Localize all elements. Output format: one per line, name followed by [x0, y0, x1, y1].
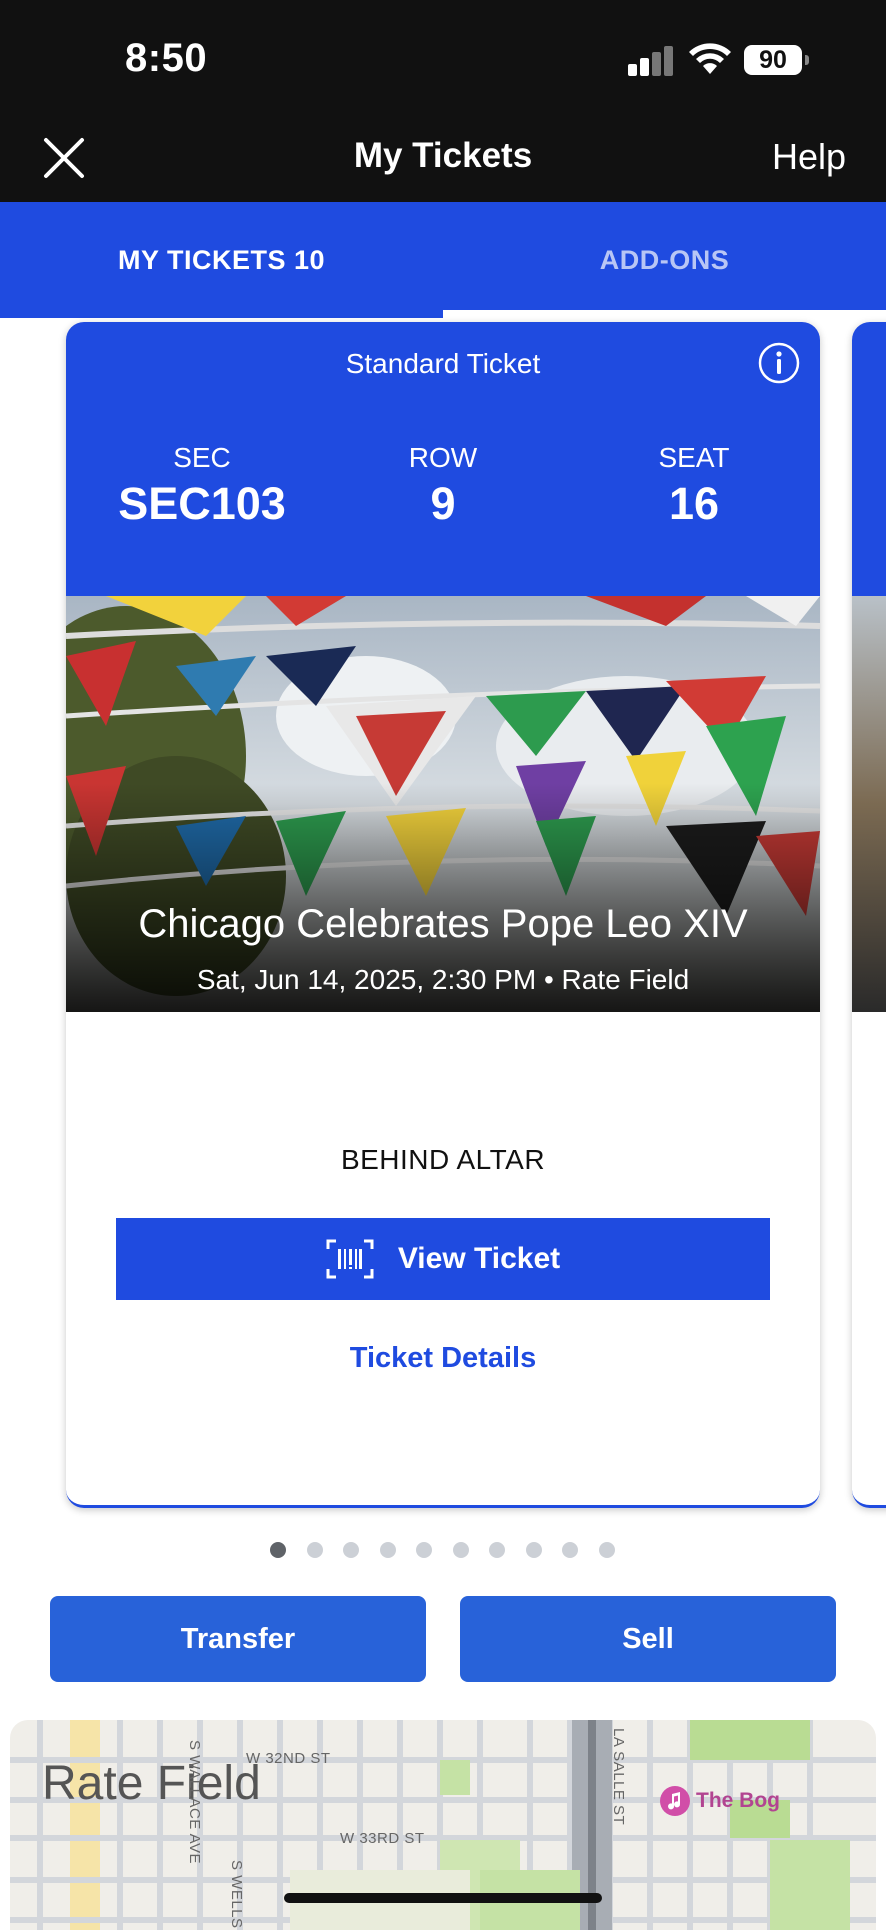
row-value: 9	[430, 478, 456, 529]
ticket-card: Standard Ticket SEC SEC103 ROW 9 SEAT 16	[66, 322, 820, 1508]
pager-dot[interactable]	[380, 1542, 396, 1558]
info-icon[interactable]	[758, 342, 800, 384]
pager-dot[interactable]	[343, 1542, 359, 1558]
ticket-details-link[interactable]: Ticket Details	[66, 1342, 820, 1375]
seat-info: SEAT 16	[584, 442, 804, 530]
help-button[interactable]: Help	[772, 136, 846, 178]
pager-dot[interactable]	[489, 1542, 505, 1558]
music-pin-icon	[660, 1786, 690, 1816]
street-label: W 33RD ST	[340, 1830, 425, 1847]
section-info: SEC SEC103	[92, 442, 312, 530]
pager-dot[interactable]	[526, 1542, 542, 1558]
street-label: LA SALLE ST	[610, 1728, 627, 1826]
transfer-button[interactable]: Transfer	[50, 1596, 426, 1682]
row-label: ROW	[408, 442, 478, 473]
pager-dot[interactable]	[416, 1542, 432, 1558]
status-bar: 8:50 90	[0, 0, 886, 120]
street-label: S WALLACE AVE	[186, 1740, 203, 1865]
battery-icon: 90	[744, 45, 809, 75]
seat-label: SEAT	[658, 442, 730, 473]
pager-dot[interactable]	[562, 1542, 578, 1558]
sell-button[interactable]: Sell	[460, 1596, 836, 1682]
status-time: 8:50	[125, 36, 208, 80]
event-image	[66, 596, 820, 1012]
ticket-type: Standard Ticket	[345, 348, 541, 379]
street-label: W 32ND ST	[246, 1750, 331, 1767]
section-value: SEC103	[118, 478, 286, 529]
pager-dot[interactable]	[307, 1542, 323, 1558]
event-date-venue: Sat, Jun 14, 2025, 2:30 PM • Rate Field	[196, 964, 690, 995]
nav-bar: My Tickets Help	[0, 120, 886, 202]
seat-value: 16	[668, 478, 720, 529]
section-note: BEHIND ALTAR	[340, 1144, 546, 1175]
map-poi[interactable]: The Bog	[660, 1786, 780, 1816]
poi-label: The Bog	[696, 1789, 780, 1812]
street-label: S WELLS	[228, 1860, 245, 1929]
tab-bar: MY TICKETS 10 ADD-ONS	[0, 202, 886, 310]
next-ticket-card[interactable]	[852, 322, 886, 1508]
wifi-icon	[689, 43, 731, 74]
event-title: Chicago Celebrates Pope Leo XIV	[138, 902, 748, 946]
pager-dot[interactable]	[599, 1542, 615, 1558]
barcode-icon	[326, 1239, 374, 1279]
pager-dot[interactable]	[270, 1542, 286, 1558]
view-ticket-button[interactable]: View Ticket	[116, 1218, 770, 1300]
cellular-signal-icon	[628, 46, 674, 76]
tab-my-tickets[interactable]: MY TICKETS 10	[0, 202, 443, 310]
home-indicator[interactable]	[284, 1893, 602, 1903]
map-venue-title: Rate Field	[42, 1757, 261, 1810]
section-label: SEC	[173, 442, 231, 473]
tab-add-ons[interactable]: ADD-ONS	[443, 202, 886, 310]
pager-dot[interactable]	[453, 1542, 469, 1558]
view-ticket-label: View Ticket	[397, 1242, 561, 1275]
row-info: ROW 9	[333, 442, 553, 530]
ticket-header: Standard Ticket SEC SEC103 ROW 9 SEAT 16	[66, 322, 820, 596]
page-title: My Tickets	[353, 136, 533, 175]
tab-indicator	[0, 310, 443, 318]
